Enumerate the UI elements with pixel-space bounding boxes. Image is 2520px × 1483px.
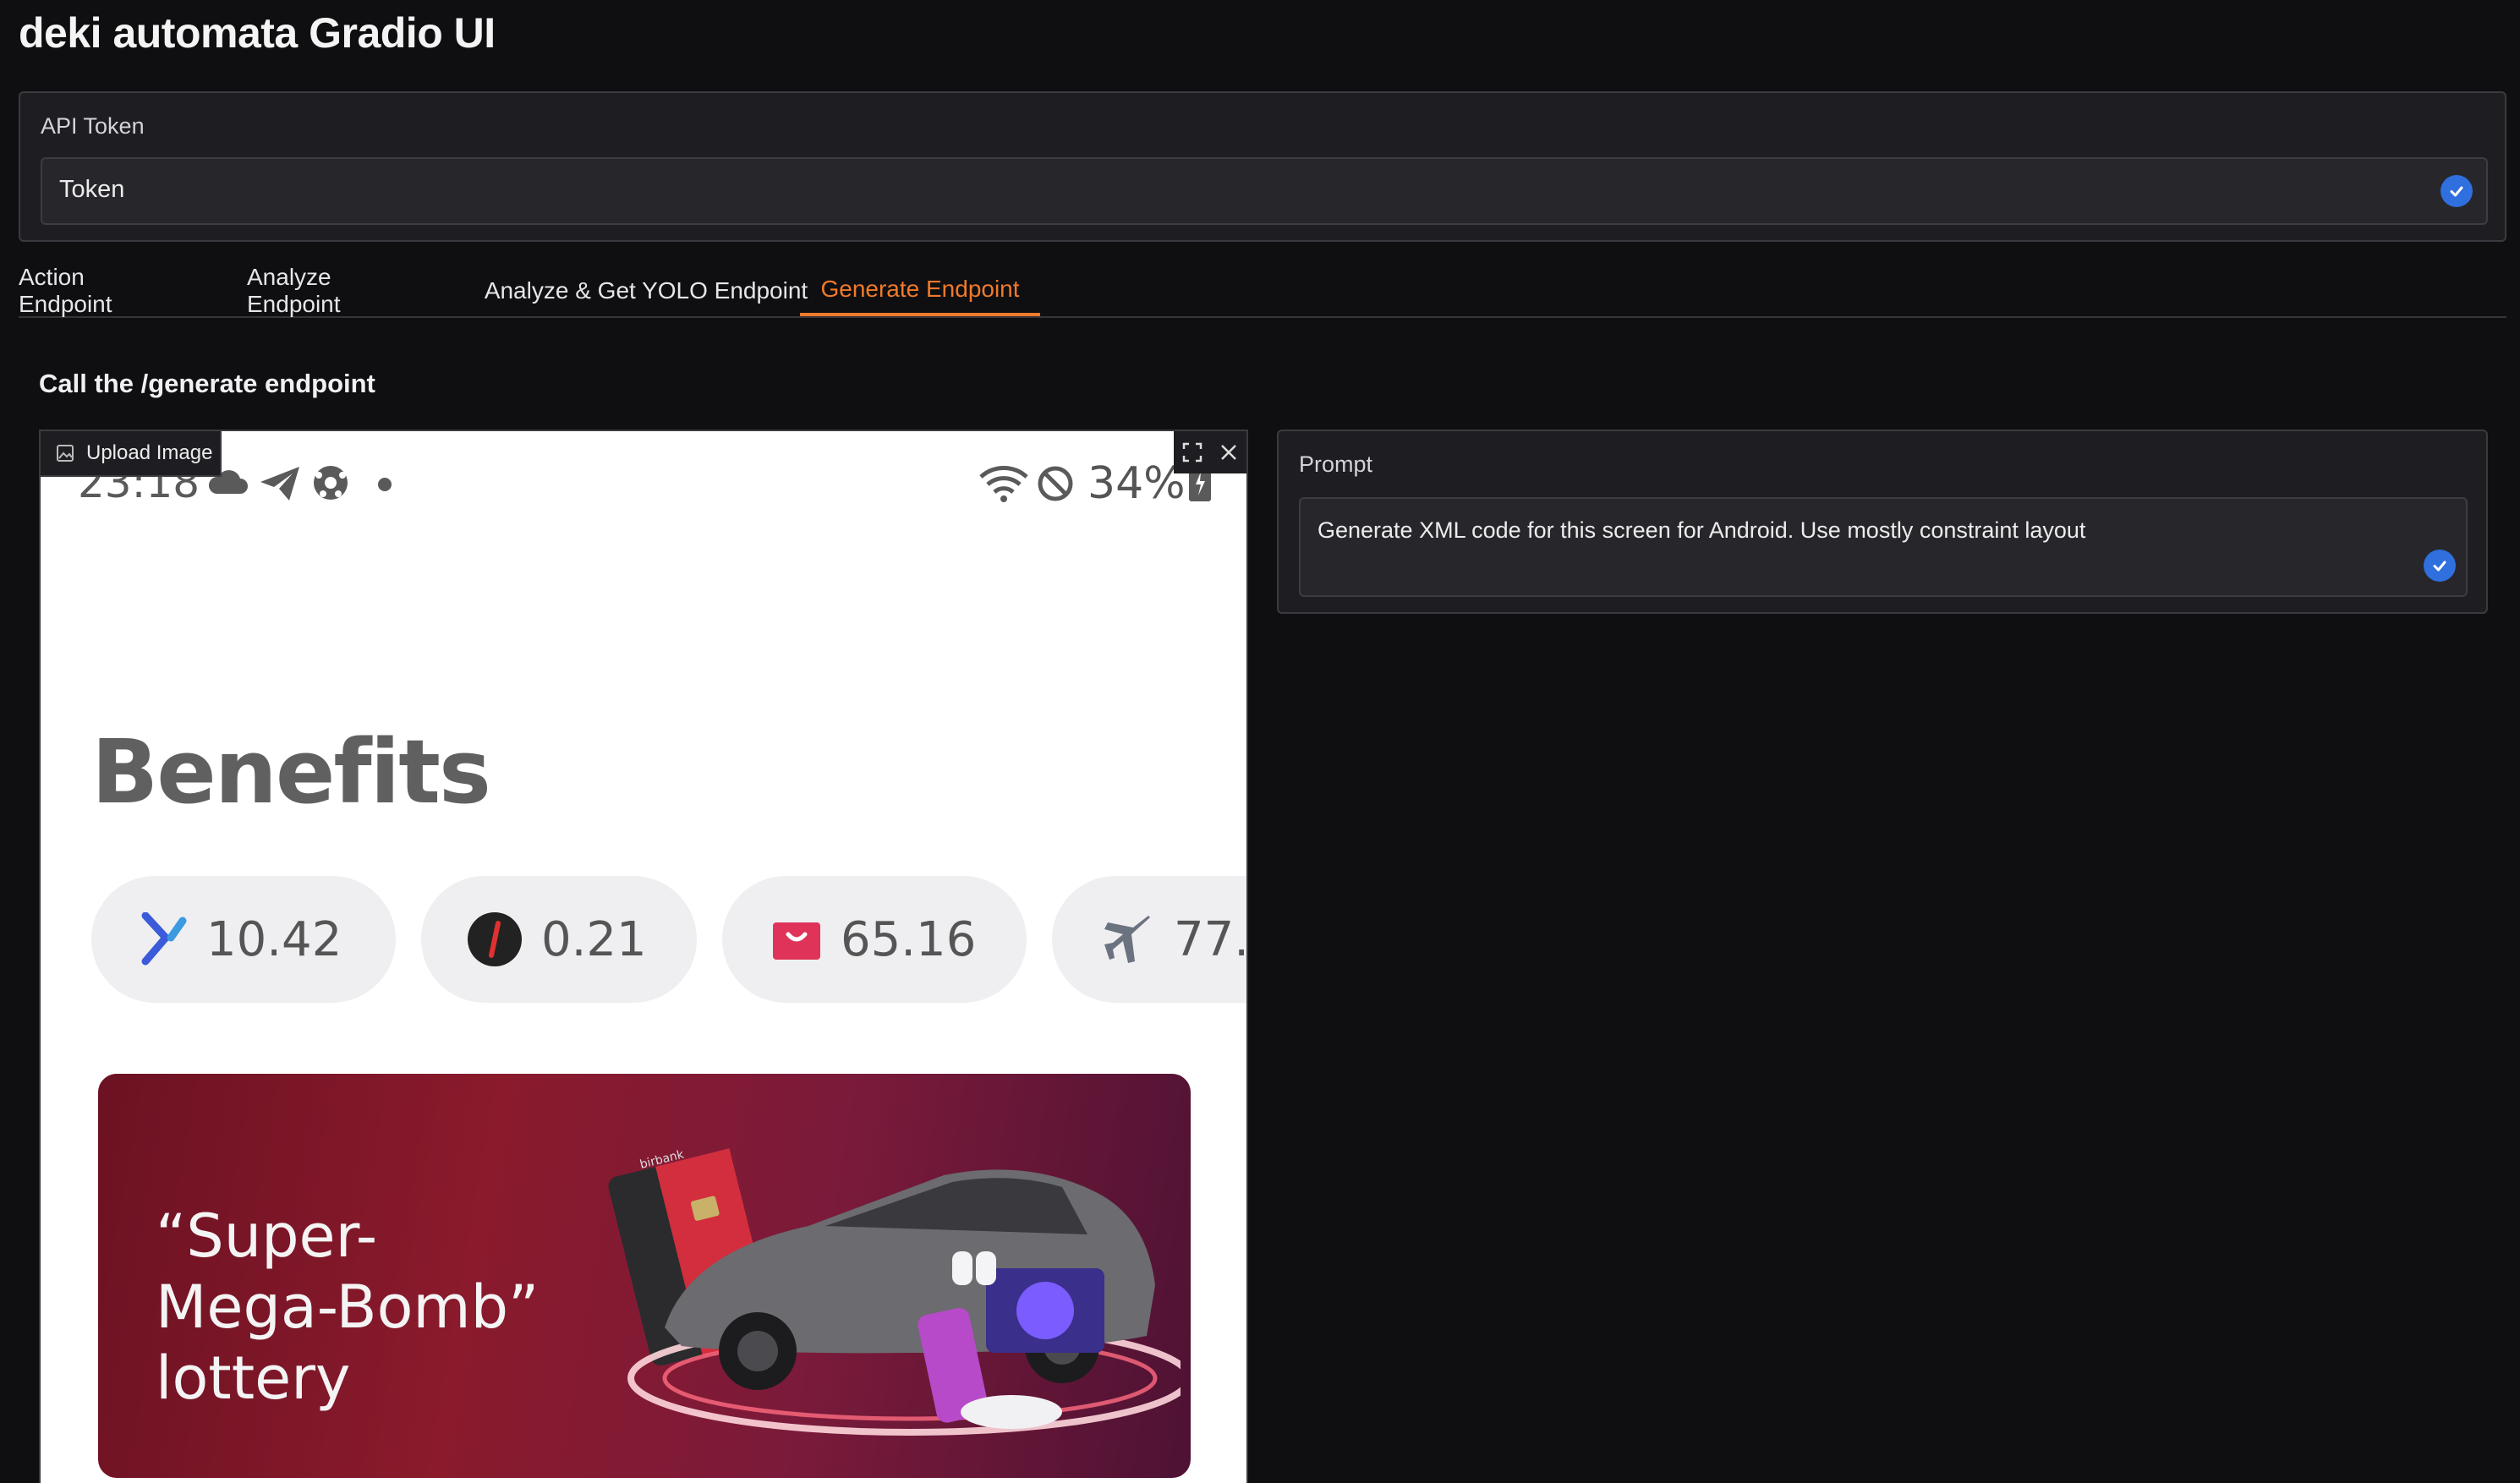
banner-text: “Super- Mega-Bomb” lottery [156, 1201, 539, 1414]
black-circle-icon [467, 911, 523, 967]
upload-image-text: Upload Image [86, 441, 213, 464]
prompt-input[interactable]: Generate XML code for this screen for An… [1299, 497, 2468, 597]
prompt-block: Prompt Generate XML code for this screen… [1277, 430, 2488, 614]
fullscreen-icon[interactable] [1181, 441, 1203, 463]
pill-value: 65.16 [841, 911, 977, 967]
blue-chevron-icon [140, 912, 188, 966]
benefit-pill: 10.42 [91, 876, 396, 1003]
benefits-title: Benefits [91, 720, 491, 824]
close-icon[interactable] [1219, 442, 1239, 462]
tab-generate-endpoint[interactable]: Generate Endpoint [800, 265, 1040, 316]
benefit-pill: 65.16 [722, 876, 1027, 1003]
checkmark-icon [2424, 550, 2456, 582]
checkmark-icon [2441, 175, 2473, 207]
prompt-label: Prompt [1299, 451, 1373, 477]
do-not-disturb-icon [1037, 465, 1074, 506]
banner-line-3: lottery [156, 1343, 351, 1413]
api-token-value: Token [59, 176, 125, 203]
image-upload-panel[interactable]: Upload Image 23:18 34% Benefits 10.42 0.… [39, 430, 1248, 1483]
red-bag-icon [771, 917, 822, 961]
airplane-icon [1101, 912, 1155, 966]
pill-value: 0.21 [541, 911, 647, 967]
image-icon [56, 444, 74, 462]
api-token-input[interactable]: Token [41, 157, 2488, 225]
app-title: deki automata Gradio UI [19, 9, 496, 57]
image-tools [1174, 431, 1246, 473]
banner-line-1: “Super- [156, 1201, 378, 1271]
dot-icon [377, 477, 392, 495]
banner-line-2: Mega-Bomb” [156, 1272, 540, 1342]
pill-value: 10.42 [206, 911, 342, 967]
telegram-icon [259, 465, 301, 506]
tab-action-endpoint[interactable]: Action Endpoint [19, 264, 159, 317]
prompt-value: Generate XML code for this screen for An… [1318, 517, 2086, 543]
endpoint-tabs: Action Endpoint Analyze Endpoint Analyze… [19, 264, 2506, 318]
upload-image-label: Upload Image [41, 431, 222, 477]
section-heading: Call the /generate endpoint [39, 369, 375, 398]
pill-value: 77. [1174, 911, 1248, 967]
benefit-pill: 77. [1052, 876, 1248, 1003]
phone-status-bar: 23:18 34% [41, 458, 1246, 509]
api-token-label: API Token [41, 113, 145, 139]
tab-analyze-yolo-endpoint[interactable]: Analyze & Get YOLO Endpoint [484, 265, 808, 316]
benefit-pill: 0.21 [421, 876, 697, 1003]
lottery-banner: “Super- Mega-Bomb” lottery birbank [98, 1074, 1191, 1478]
api-token-block: API Token Token [19, 91, 2506, 242]
wifi-icon [978, 463, 1030, 507]
tab-analyze-endpoint[interactable]: Analyze Endpoint [247, 264, 411, 317]
battery-percent: 34% [1087, 458, 1186, 509]
soccer-ball-icon [311, 463, 350, 506]
prize-illustration: birbank [608, 1147, 1181, 1436]
